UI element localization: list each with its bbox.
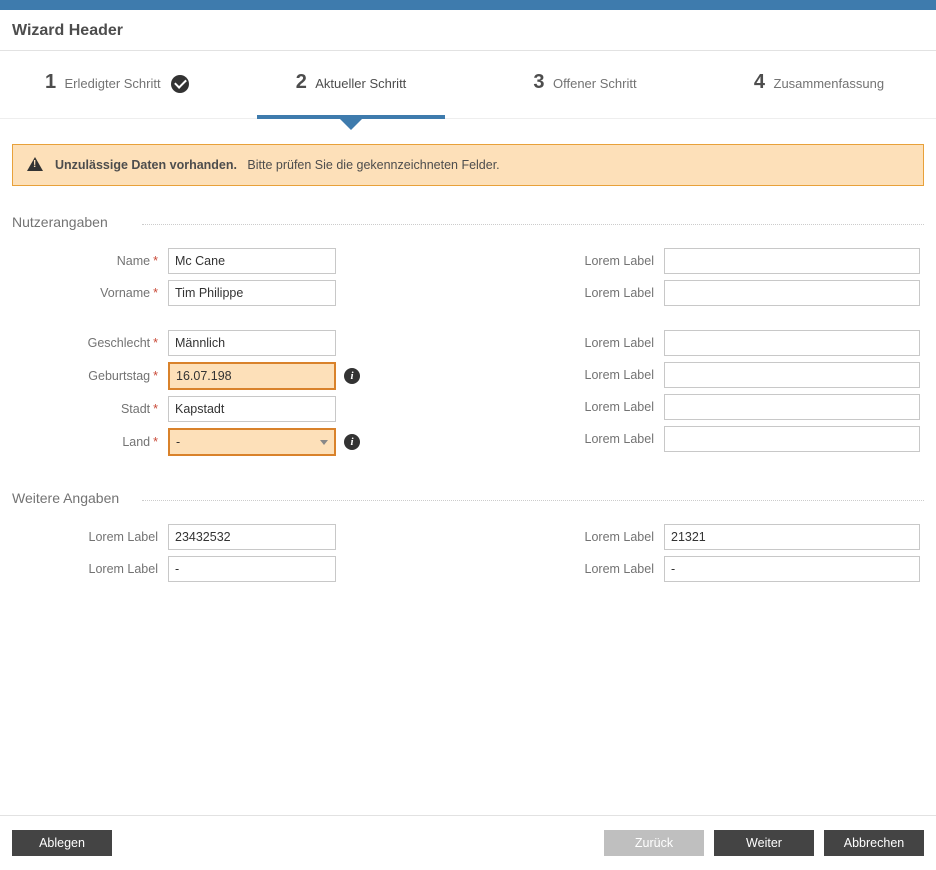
step-number: 4 [754,71,765,93]
wizard-content: Unzulässige Daten vorhanden. Bitte prüfe… [0,119,936,815]
land-select[interactable]: - [168,428,336,456]
lorem-label: Lorem Label [508,368,664,382]
lorem-label: Lorem Label [12,530,168,544]
land-value: - [176,435,180,449]
section-title: Nutzerangaben [12,214,924,234]
label-land: Land* [12,435,168,449]
step-number: 2 [296,71,307,93]
step-label: Erledigter Schritt [65,76,161,91]
alert-text: Bitte prüfen Sie die gekennzeichneten Fe… [247,158,499,172]
lorem-label: Lorem Label [508,562,664,576]
name-input[interactable] [168,248,336,274]
step-label: Zusammenfassung [774,76,885,91]
stadt-input[interactable] [168,396,336,422]
lorem-label: Lorem Label [508,286,664,300]
user-fields-left: Name* Vorname* Geschlecht* Geburtstag* i [12,248,428,462]
info-icon[interactable]: i [344,368,360,384]
vorname-input[interactable] [168,280,336,306]
label-geburtstag: Geburtstag* [12,369,168,383]
lorem-input[interactable] [664,524,920,550]
other-fields-right: Lorem Label Lorem Label [508,524,924,588]
lorem-label: Lorem Label [508,432,664,446]
app-topbar [0,0,936,10]
geburtstag-input[interactable] [168,362,336,390]
lorem-label: Lorem Label [508,254,664,268]
wizard-step-4[interactable]: 4 Zusammenfassung [702,51,936,118]
wizard-header: Wizard Header [0,10,936,51]
lorem-label: Lorem Label [508,336,664,350]
label-name: Name* [12,254,168,268]
lorem-input[interactable] [664,280,920,306]
lorem-label: Lorem Label [508,530,664,544]
label-geschlecht: Geschlecht* [12,336,168,350]
info-icon[interactable]: i [344,434,360,450]
check-icon [171,75,189,93]
button-bar: Ablegen Zurück Weiter Abbrechen [0,815,936,870]
alert-title: Unzulässige Daten vorhanden. [55,158,237,172]
lorem-input[interactable] [664,426,920,452]
wizard-steps: 1 Erledigter Schritt 2 Aktueller Schritt… [0,51,936,119]
step-label: Aktueller Schritt [315,76,406,91]
lorem-input[interactable] [664,248,920,274]
step-number: 3 [533,71,544,93]
label-vorname: Vorname* [12,286,168,300]
wizard-step-1[interactable]: 1 Erledigter Schritt [0,51,234,118]
wizard-step-2[interactable]: 2 Aktueller Schritt [234,51,468,118]
page-title: Wizard Header [12,22,924,40]
store-button[interactable]: Ablegen [12,830,112,856]
lorem-label: Lorem Label [12,562,168,576]
cancel-button[interactable]: Abbrechen [824,830,924,856]
step-pointer-icon [339,118,363,130]
section-title: Weitere Angaben [12,490,924,510]
back-button: Zurück [604,830,704,856]
lorem-input[interactable] [664,330,920,356]
other-fields-left: Lorem Label Lorem Label [12,524,428,588]
lorem-label: Lorem Label [508,400,664,414]
user-fields-right: Lorem Label Lorem Label Lorem Label Lore… [508,248,924,462]
wizard-step-3[interactable]: 3 Offener Schritt [468,51,702,118]
error-alert: Unzulässige Daten vorhanden. Bitte prüfe… [12,144,924,186]
next-button[interactable]: Weiter [714,830,814,856]
section-user: Nutzerangaben Name* Vorname* Geschlecht*… [12,214,924,462]
lorem-input[interactable] [168,524,336,550]
lorem-input[interactable] [664,556,920,582]
lorem-input[interactable] [664,394,920,420]
lorem-input[interactable] [664,362,920,388]
chevron-down-icon [320,440,328,445]
warning-icon [27,157,43,171]
label-stadt: Stadt* [12,402,168,416]
geschlecht-input[interactable] [168,330,336,356]
lorem-input[interactable] [168,556,336,582]
step-label: Offener Schritt [553,76,637,91]
step-number: 1 [45,71,56,93]
section-other: Weitere Angaben Lorem Label Lorem Label … [12,490,924,588]
